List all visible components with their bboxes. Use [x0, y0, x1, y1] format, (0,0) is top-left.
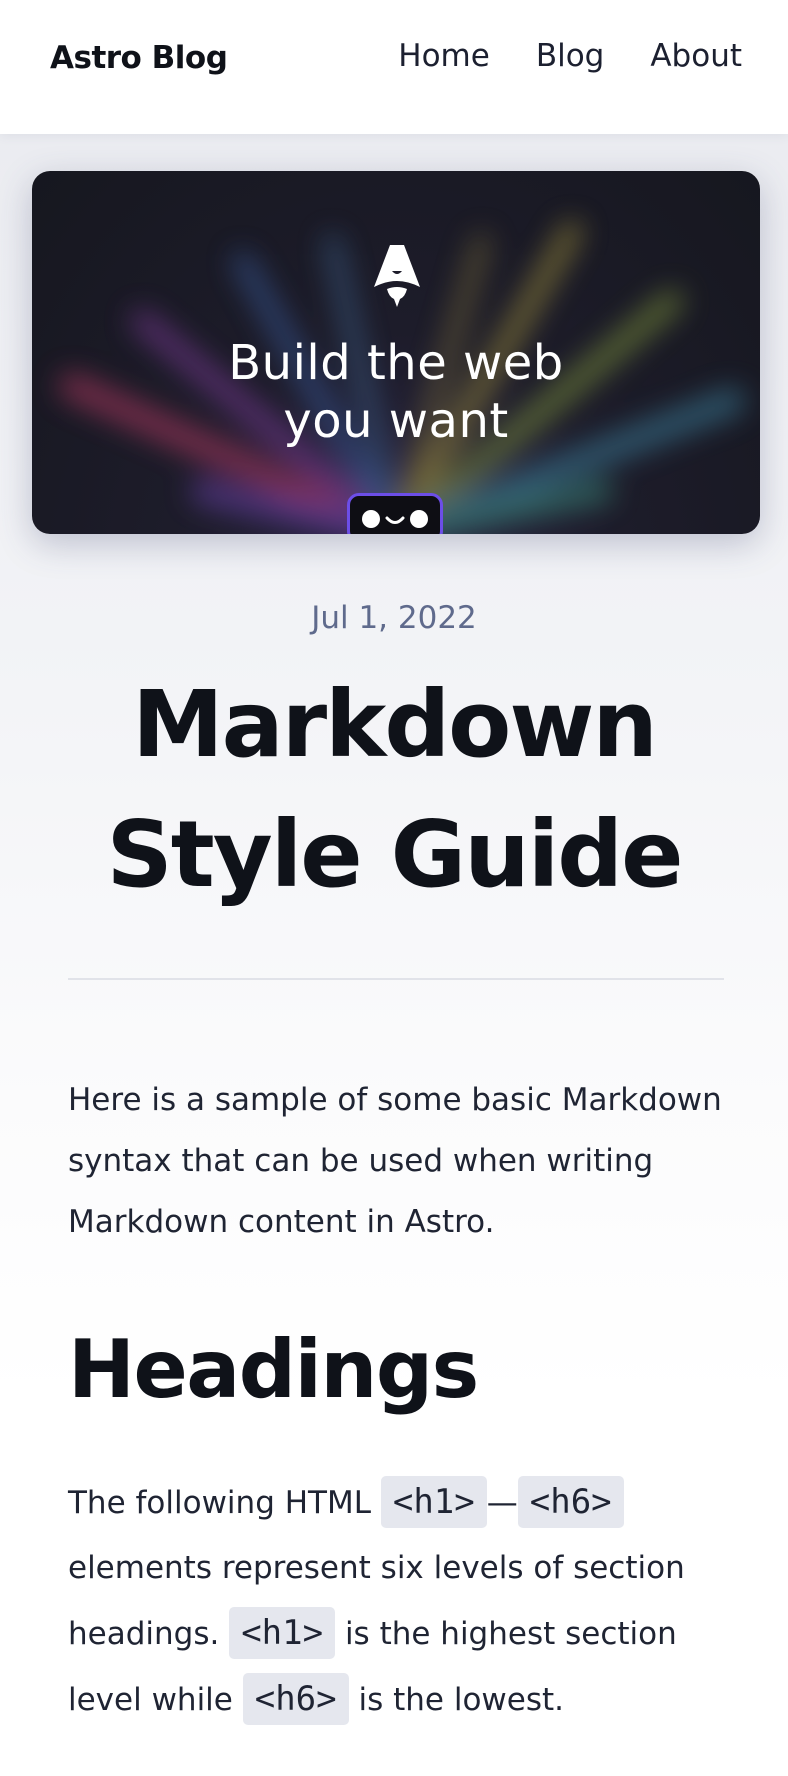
em-dash: —	[486, 1485, 518, 1521]
para-text-4: is the lowest.	[348, 1682, 564, 1718]
nav-home-link[interactable]: Home	[398, 38, 490, 74]
nav-blog-link[interactable]: Blog	[536, 38, 605, 74]
section-heading-headings: Headings	[68, 1323, 479, 1416]
hero-image: Build the web you want	[32, 171, 760, 534]
code-h6-inline: <h6>	[242, 1673, 349, 1725]
astro-logo-icon	[374, 245, 420, 307]
hero-tagline-line1: Build the web	[228, 335, 564, 391]
headings-paragraph: The following HTML <h1> — <h6> elements re…	[68, 1470, 738, 1733]
post-date: Jul 1, 2022	[311, 600, 477, 636]
hero-tagline-line2: you want	[283, 393, 509, 449]
code-h1: <h1>	[380, 1476, 487, 1528]
hero-tagline: Build the web you want	[32, 334, 760, 450]
nav-about-link[interactable]: About	[650, 38, 742, 74]
site-header: Astro Blog Home Blog About	[0, 0, 788, 134]
site-brand-link[interactable]: Astro Blog	[50, 40, 228, 76]
code-h6: <h6>	[517, 1476, 624, 1528]
intro-paragraph: Here is a sample of some basic Markdown …	[68, 1082, 722, 1240]
robot-face-icon	[347, 493, 443, 534]
para-text-1: The following HTML	[68, 1485, 381, 1521]
code-h1-inline: <h1>	[229, 1607, 336, 1659]
title-divider	[68, 978, 724, 980]
post-title: Markdown Style Guide	[106, 671, 684, 908]
main-nav: Home Blog About	[398, 38, 742, 74]
